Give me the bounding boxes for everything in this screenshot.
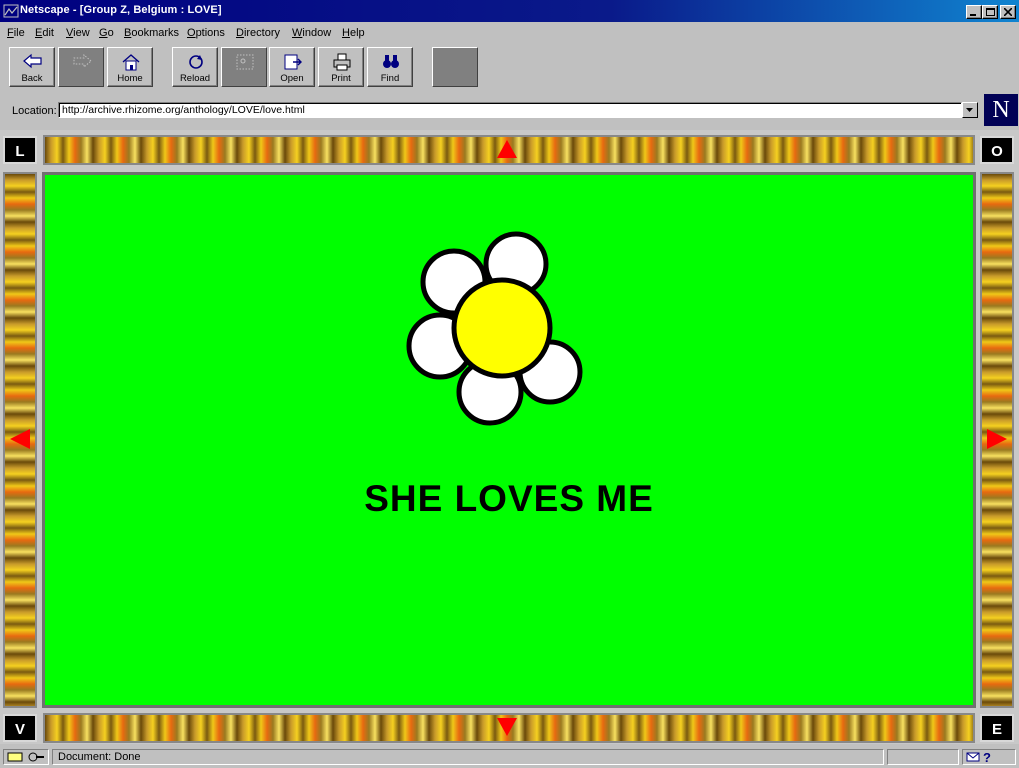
right-arrow-icon[interactable] <box>986 428 1008 450</box>
close-icon <box>1004 8 1012 16</box>
home-icon <box>122 54 140 71</box>
chevron-down-icon <box>966 108 973 112</box>
open-button[interactable]: Open <box>269 47 315 87</box>
window-title: Netscape - [Group Z, Belgium : LOVE] <box>20 4 222 16</box>
daisy-flower-icon[interactable] <box>398 226 590 426</box>
status-text: Document: Done <box>58 751 141 763</box>
minimize-button[interactable] <box>966 5 982 19</box>
menu-edit[interactable]: Edit <box>35 27 54 39</box>
menu-bar: File Edit View Go Bookmarks Options Dire… <box>0 24 1019 43</box>
corner-letter-top-right: O <box>980 136 1014 164</box>
status-bar: Document: Done ? <box>0 747 1019 768</box>
title-bar[interactable]: Netscape - [Group Z, Belgium : LOVE] <box>0 0 1019 22</box>
help-question-icon[interactable]: ? <box>982 750 994 764</box>
open-icon <box>284 54 302 70</box>
reload-button[interactable]: Reload <box>172 47 218 87</box>
back-arrow-icon <box>23 53 42 69</box>
flower-center <box>451 277 553 379</box>
mail-icon[interactable] <box>966 751 980 763</box>
location-url-input[interactable]: http://archive.rhizome.org/anthology/LOV… <box>58 102 962 118</box>
corner-letter-bottom-left: V <box>3 714 37 742</box>
maximize-button[interactable] <box>982 5 998 19</box>
location-dropdown-button[interactable] <box>962 102 978 118</box>
menu-view[interactable]: View <box>66 27 90 39</box>
menu-help[interactable]: Help <box>342 27 365 39</box>
find-button[interactable]: Find <box>367 47 413 87</box>
navigation-toolbar: Back Home Reload Open Print Find <box>0 44 1019 92</box>
status-icons: ? <box>962 749 1016 765</box>
corner-letter-bottom-right: E <box>980 714 1014 742</box>
security-indicator[interactable] <box>3 749 49 765</box>
menu-go[interactable]: Go <box>99 27 114 39</box>
maximize-icon <box>985 7 995 16</box>
up-arrow-icon[interactable] <box>496 139 518 159</box>
menu-bookmarks[interactable]: Bookmarks <box>124 27 179 39</box>
key-icon <box>7 752 44 762</box>
netscape-logo-icon <box>3 4 19 18</box>
corner-letter-top-left: L <box>3 136 37 164</box>
stop-button[interactable] <box>432 47 478 87</box>
reload-icon <box>189 55 203 69</box>
status-text-field: Document: Done <box>52 749 884 765</box>
images-button[interactable] <box>221 47 267 87</box>
progress-meter <box>887 749 959 765</box>
menu-file[interactable]: File <box>7 27 25 39</box>
she-loves-me-message: SHE LOVES ME <box>364 478 654 519</box>
netscape-n-logo[interactable]: N <box>984 94 1018 126</box>
forward-button[interactable] <box>58 47 104 87</box>
minimize-icon <box>970 14 976 16</box>
print-button[interactable]: Print <box>318 47 364 87</box>
menu-options[interactable]: Options <box>187 27 225 39</box>
back-button[interactable]: Back <box>9 47 55 87</box>
forward-arrow-icon <box>73 53 92 69</box>
left-arrow-icon[interactable] <box>9 428 31 450</box>
images-icon <box>236 54 254 70</box>
down-arrow-icon[interactable] <box>496 717 518 737</box>
close-button[interactable] <box>1000 5 1016 19</box>
location-label: Location: <box>12 105 57 117</box>
svg-text:?: ? <box>983 750 991 764</box>
menu-directory[interactable]: Directory <box>236 27 280 39</box>
menu-window[interactable]: Window <box>292 27 331 39</box>
home-button[interactable]: Home <box>107 47 153 87</box>
binoculars-icon <box>383 55 399 68</box>
printer-icon <box>333 53 351 71</box>
